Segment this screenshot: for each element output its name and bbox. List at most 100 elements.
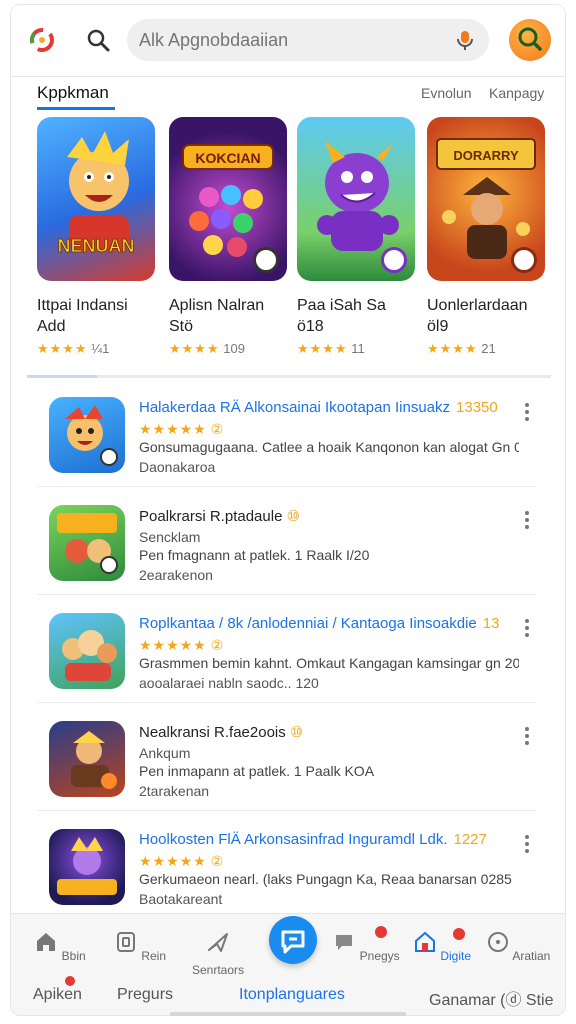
item-title: Poalkrarsi R.ptadaule ⑩ <box>139 507 499 525</box>
featured-card[interactable]: KOKCIAN Aplisn Nalran Stö ★★★★ 109 <box>169 117 287 357</box>
chat-icon <box>336 935 353 950</box>
svg-text:DORARRY: DORARRY <box>453 148 519 163</box>
item-rating: ★★★★★ ② <box>139 421 223 438</box>
card-rating: ★★★★ 109 <box>169 341 287 357</box>
bottom-link-center[interactable]: Itonplanguares <box>239 986 345 1004</box>
item-title: Hoolkosten FlÄ Arkonsasinfrad Inguramdl … <box>139 831 499 848</box>
rating-badge: ⑩ <box>286 508 301 525</box>
compose-fab[interactable] <box>269 916 317 964</box>
app-icon <box>49 397 125 473</box>
notification-badge <box>65 976 75 986</box>
more-options-icon[interactable] <box>521 725 533 747</box>
item-price: 1227 <box>453 831 487 848</box>
divider <box>37 486 537 487</box>
home-icon <box>37 933 56 951</box>
card-name: Aplisn Nalran Stö <box>169 297 265 335</box>
nav-label: Digite <box>440 949 472 963</box>
item-meta: aooalaraei nabln saodc.. 120 <box>139 675 319 691</box>
mic-icon[interactable] <box>453 28 477 52</box>
rating-badge: ② <box>210 637 224 653</box>
app-logo-icon[interactable] <box>27 25 57 55</box>
game-art <box>297 117 415 281</box>
item-description: Grasmmen bemin kahnt. Omkaut Kangagan ka… <box>139 655 519 671</box>
item-title: Roplkantaa / 8k /anlodenniai / Kantaoga … <box>139 615 499 632</box>
notification-badge <box>375 926 387 938</box>
horizontal-scrollbar[interactable] <box>27 375 551 378</box>
play-badge-icon <box>511 247 537 273</box>
rating-count: 21 <box>481 341 496 356</box>
divider <box>37 810 537 811</box>
rating-count: ¼1 <box>91 341 110 356</box>
card-name: Paa iSah Sa ö18 <box>297 297 386 335</box>
card-rating: ★★★★ ¼1 <box>37 341 155 357</box>
nav-label: Rein <box>141 949 167 963</box>
list-item[interactable]: Nealkransi R.fae2oois ⑩ Ankqum Pen inmap… <box>37 707 537 811</box>
star-rating: ★★★★ <box>297 341 348 356</box>
app-icon <box>49 721 125 797</box>
item-description: Pen inmapann at patlek. 1 Paalk KOA <box>139 763 375 779</box>
featured-link-2[interactable]: Kanpagy <box>489 85 544 101</box>
search-bar[interactable] <box>127 19 489 61</box>
star-rating: ★★★★ <box>427 341 478 356</box>
nav-item-send[interactable]: Senrtaors <box>183 930 253 977</box>
bottom-link-right[interactable]: Ganamar (ⓓ Stie <box>429 986 554 1010</box>
profile-search-icon <box>518 27 542 51</box>
app-frame: Kppkman Evnolun Kanpagy NENUAN Ittpai In… <box>10 4 566 1016</box>
nav-item-digite[interactable]: Digite <box>407 928 477 963</box>
game-art: KOKCIAN <box>169 117 287 281</box>
list-item[interactable]: Poalkrarsi R.ptadaule ⑩ Sencklam Pen fma… <box>37 491 537 595</box>
item-description: Gerkumaeon nearl. (laks Pungagn Ka, Reaa… <box>139 871 512 887</box>
item-meta: 2earakenon <box>139 567 213 583</box>
more-options-icon[interactable] <box>521 617 533 639</box>
avatar[interactable] <box>509 19 551 61</box>
top-app-bar <box>11 5 565 77</box>
item-description: Gonsumagugaana. Catlee a hoaik Kanqonon … <box>139 439 519 455</box>
featured-card[interactable]: Paa iSah Sa ö18 ★★★★ 11 <box>297 117 415 357</box>
item-category: Sencklam <box>139 529 201 545</box>
bottom-link-left[interactable]: Apiken <box>33 986 82 1004</box>
play-badge-icon <box>381 247 407 273</box>
featured-card[interactable]: NENUAN Ittpai Indansi Add ★★★★ ¼1 <box>37 117 155 357</box>
more-options-icon[interactable] <box>521 401 533 423</box>
game-art: DORARRY <box>427 117 545 281</box>
star-rating: ★★★★★ <box>139 421 207 437</box>
nav-item-apps[interactable]: Rein <box>105 930 175 963</box>
item-meta: Daonakaroa <box>139 459 216 475</box>
search-icon[interactable] <box>83 25 113 55</box>
list-item[interactable]: Hoolkosten FlÄ Arkonsasinfrad Inguramdl … <box>37 815 537 919</box>
featured-link-1[interactable]: Evnolun <box>421 85 472 101</box>
item-meta: Baotakareant <box>139 891 223 907</box>
item-title: Nealkransi R.fae2oois ⑩ <box>139 723 499 741</box>
more-options-icon[interactable] <box>521 833 533 855</box>
item-title-text: Nealkransi R.fae2oois <box>139 724 286 741</box>
nav-item-messages[interactable]: Pnegys <box>331 926 401 963</box>
card-rating: ★★★★ 11 <box>297 341 415 357</box>
card-rating: ★★★★ 21 <box>427 341 545 357</box>
search-input[interactable] <box>139 19 439 61</box>
item-rating: ★★★★★ ② <box>139 853 223 870</box>
list-item[interactable]: Roplkantaa / 8k /anlodenniai / Kantaoga … <box>37 599 537 703</box>
item-title-text: Roplkantaa / 8k /anlodenniai / Kantaoga … <box>139 615 477 632</box>
bottom-link-left-2[interactable]: Pregurs <box>117 986 173 1004</box>
tab-underline <box>37 107 115 110</box>
circle-icon <box>487 932 508 952</box>
nav-item-settings[interactable]: Aratian <box>483 930 553 963</box>
game-art: NENUAN <box>37 117 155 281</box>
app-icon <box>49 505 125 581</box>
bottom-navigation: Bbin Rein Senrtaors Pnegys Digite Aratia… <box>11 913 565 1015</box>
divider <box>37 702 537 703</box>
featured-section: Kppkman Evnolun Kanpagy NENUAN Ittpai In… <box>11 77 565 378</box>
item-title: Halakerdaa RÄ Alkonsainai Ikootapan Iins… <box>139 399 499 416</box>
svg-text:KOKCIAN: KOKCIAN <box>195 150 260 166</box>
scroll-thumb[interactable] <box>27 375 97 378</box>
featured-card[interactable]: DORARRY Uonlerlardaan öl9 ★★★★ 21 <box>427 117 545 357</box>
nav-label: Senrtaors <box>191 963 245 977</box>
nav-item-home[interactable]: Bbin <box>25 930 95 963</box>
home-indicator[interactable] <box>170 1012 406 1016</box>
item-title-text: Halakerdaa RÄ Alkonsainai Ikootapan Iins… <box>139 399 451 416</box>
rating-badge: ⑩ <box>289 724 304 741</box>
rating-count: 11 <box>351 341 365 356</box>
star-rating: ★★★★★ <box>139 637 207 653</box>
more-options-icon[interactable] <box>521 509 533 531</box>
list-item[interactable]: Halakerdaa RÄ Alkonsainai Ikootapan Iins… <box>37 383 537 487</box>
